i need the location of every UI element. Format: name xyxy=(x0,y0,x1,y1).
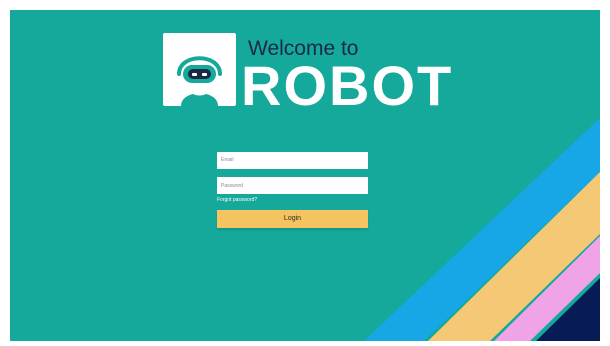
email-field[interactable] xyxy=(217,151,368,169)
forgot-password-link[interactable]: Forgot password? xyxy=(217,197,368,203)
robot-icon xyxy=(177,56,222,106)
brand-name: ROBOT xyxy=(241,54,454,117)
login-button[interactable]: Login xyxy=(217,210,368,228)
robot-logo xyxy=(163,33,236,106)
login-form: Forgot password? Login xyxy=(217,148,368,228)
password-field[interactable] xyxy=(217,177,368,194)
login-screen: Welcome to ROBOT Forgot password? Login xyxy=(10,10,600,341)
